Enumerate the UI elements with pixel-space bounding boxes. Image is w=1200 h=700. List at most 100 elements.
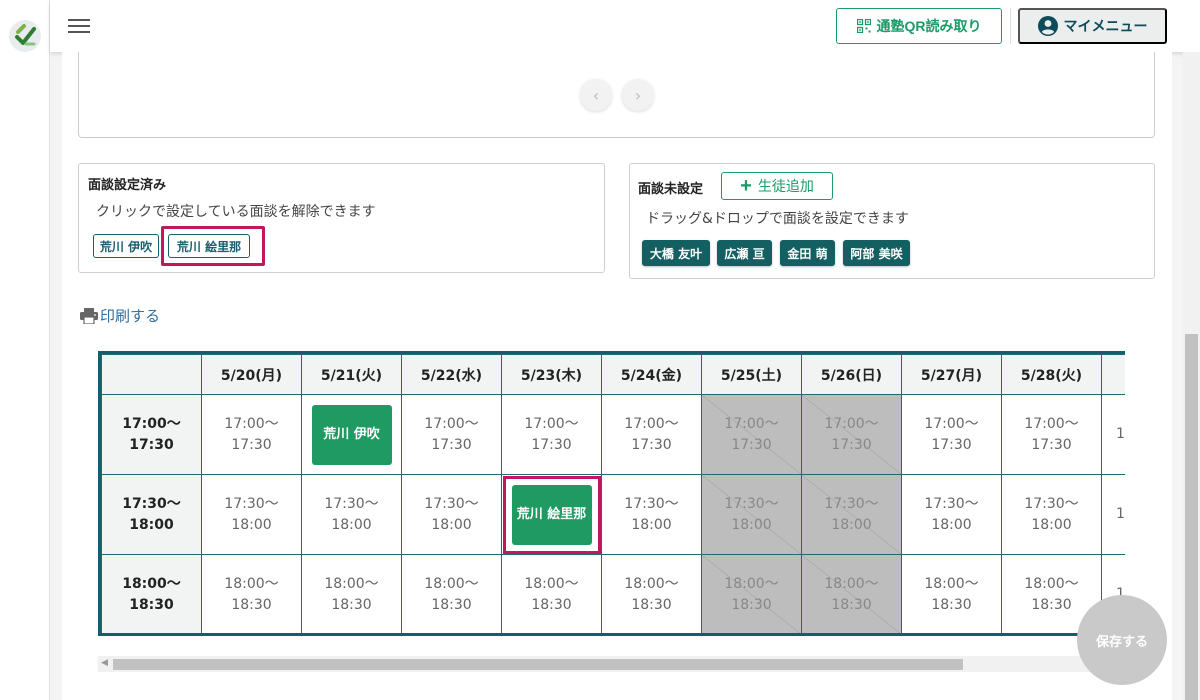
cell-time-text: 18:30 [231,596,272,613]
cell-time-text: 17:30 [731,436,772,453]
cell-time-text: 17:30〜 [724,495,779,512]
schedule-header-row: 5/20(月) 5/21(火) 5/22(水) 5/23(木) 5/24(金) 5/25(… [101,354,1125,395]
schedule-cell[interactable]: 18:00〜 18:30 [201,554,302,633]
schedule-row: 17:30〜 18:00 17:30〜 18:00 17:30〜 18:00 17:30〜 1… [101,474,1125,555]
schedule-corner [101,354,202,395]
cell-time-text: 18:00〜 [424,575,479,592]
horizontal-scrollbar[interactable]: ◀ [98,656,1125,672]
scroll-left-arrow-icon[interactable]: ◀ [101,658,108,668]
cell-time-text: 18:00〜 [324,575,379,592]
schedule-cell[interactable]: 17:30〜 18:00 [601,474,702,555]
plus-icon: + [740,175,752,197]
schedule-cell[interactable]: 17:00〜 17:30 [201,394,302,475]
schedule-cell[interactable]: 18:00〜 18:30 [301,554,402,633]
vertical-scroll-thumb[interactable] [1185,334,1198,700]
day-header: 5/26(日) [801,354,902,395]
cell-time-text: 18:30 [931,596,972,613]
schedule-cell[interactable]: 17:00〜 17:30 [901,394,1002,475]
schedule-cell[interactable]: 荒川 伊吹 [301,394,402,475]
schedule-cell[interactable]: 1 [1101,394,1125,475]
cell-time-text: 17:30 [931,436,972,453]
day-header: 5/24(金) [601,354,702,395]
set-student-chip[interactable]: 荒川 伊吹 [93,234,159,258]
cell-time-text: 1 [1116,426,1125,442]
unset-student-chip[interactable]: 広瀬 亘 [717,240,772,266]
interview-unset-box: 面談未設定 + 生徒追加 ドラッグ&ドロップで面談を設定できます 大橋 友叶 広… [629,163,1155,279]
schedule-cell[interactable]: 17:00〜 17:30 [601,394,702,475]
app-logo[interactable] [9,20,41,52]
day-header: 5/22(水) [401,354,502,395]
time-slot-label-line: 17:30〜 [122,495,181,512]
schedule-cell[interactable]: 18:00〜 18:30 [901,554,1002,633]
cell-time-text: 18:00〜 [624,575,679,592]
schedule-cell[interactable]: 18:00〜 18:30 [401,554,502,633]
qr-code-icon [856,19,871,33]
interview-unset-title: 面談未設定 [638,182,704,197]
cell-time-text: 18:30 [331,596,372,613]
time-slot-label: 17:00〜 17:30 [101,394,202,475]
cell-time-text: 17:30 [431,436,472,453]
horizontal-scroll-thumb[interactable] [113,659,963,670]
add-student-button[interactable]: + 生徒追加 [721,172,833,200]
schedule-cell[interactable]: 17:00〜 17:30 [1001,394,1102,475]
chevron-right-icon: › [634,85,642,105]
schedule-cell[interactable]: 17:30〜 18:00 [301,474,402,555]
cell-time-text: 18:30 [531,596,572,613]
time-slot-label-line: 18:00 [129,516,174,533]
cell-time-text: 18:00〜 [524,575,579,592]
schedule-cell[interactable]: 18:00〜 18:30 [601,554,702,633]
cell-time-text: 17:00〜 [224,415,279,432]
appointment-block[interactable]: 荒川 絵里那 [511,484,592,545]
set-student-chip[interactable]: 荒川 絵里那 [168,234,250,258]
appointment-block[interactable]: 荒川 伊吹 [311,404,392,465]
schedule-cell[interactable]: 17:30〜 18:00 [1001,474,1102,555]
cell-time-text: 17:30〜 [1024,495,1079,512]
cell-time-text: 18:00〜 [1024,575,1079,592]
schedule-cell[interactable]: 17:00〜 17:30 [401,394,502,475]
unset-student-chip[interactable]: 金田 萌 [780,240,835,266]
my-menu-button[interactable]: マイメニュー [1018,8,1167,44]
cell-time-text: 17:30〜 [224,495,279,512]
cell-time-text: 18:00 [731,516,772,533]
qr-scan-button[interactable]: 通塾QR読み取り [836,8,1002,44]
print-link[interactable]: 印刷する [80,305,160,326]
cell-time-text: 17:00〜 [524,415,579,432]
main-content: ‹ › 面談設定済み クリックで設定している面談を解除できます 荒川 伊吹 荒川… [62,52,1172,700]
hamburger-menu-icon[interactable] [68,16,90,34]
sidebar [0,0,50,700]
save-button[interactable]: 保存する [1077,595,1167,685]
schedule-cell[interactable]: 17:00〜 17:30 [501,394,602,475]
day-header: 5 [1101,354,1125,395]
schedule-cell[interactable]: 17:30〜 18:00 [901,474,1002,555]
add-student-label: 生徒追加 [757,178,814,194]
schedule-cell[interactable]: 1 [1101,474,1125,555]
cell-time-text: 17:00〜 [624,415,679,432]
unset-student-chip[interactable]: 阿部 美咲 [843,240,910,266]
my-menu-label: マイメニュー [1063,18,1148,34]
day-header: 5/20(月) [201,354,302,395]
schedule-cell[interactable]: 17:30〜 18:00 [401,474,502,555]
schedule-cell[interactable]: 18:00〜 18:30 [501,554,602,633]
schedule-cell[interactable]: 17:30〜 18:00 [201,474,302,555]
cell-time-text: 18:00 [931,516,972,533]
cell-time-text: 18:00 [231,516,272,533]
cell-time-text: 17:30〜 [324,495,379,512]
cell-time-text: 18:00 [331,516,372,533]
cell-time-text: 17:30 [831,436,872,453]
day-header: 5/25(土) [701,354,802,395]
cell-time-text: 17:30〜 [824,495,879,512]
cell-time-text: 18:00 [431,516,472,533]
unset-student-chip[interactable]: 大橋 友叶 [642,240,710,266]
vertical-scrollbar[interactable] [1183,52,1200,700]
cell-time-text: 18:00 [1031,516,1072,533]
schedule-cell[interactable]: 荒川 絵里那 [501,474,602,555]
printer-icon [80,307,98,324]
cell-time-text: 18:00〜 [824,575,879,592]
cell-time-text: 18:30 [431,596,472,613]
day-header: 5/23(木) [501,354,602,395]
next-page-button[interactable]: › [622,79,654,111]
time-slot-label-line: 17:00〜 [122,415,181,432]
cell-time-text: 17:30 [1031,436,1072,453]
cell-time-text: 17:30 [531,436,572,453]
prev-page-button[interactable]: ‹ [580,79,612,111]
